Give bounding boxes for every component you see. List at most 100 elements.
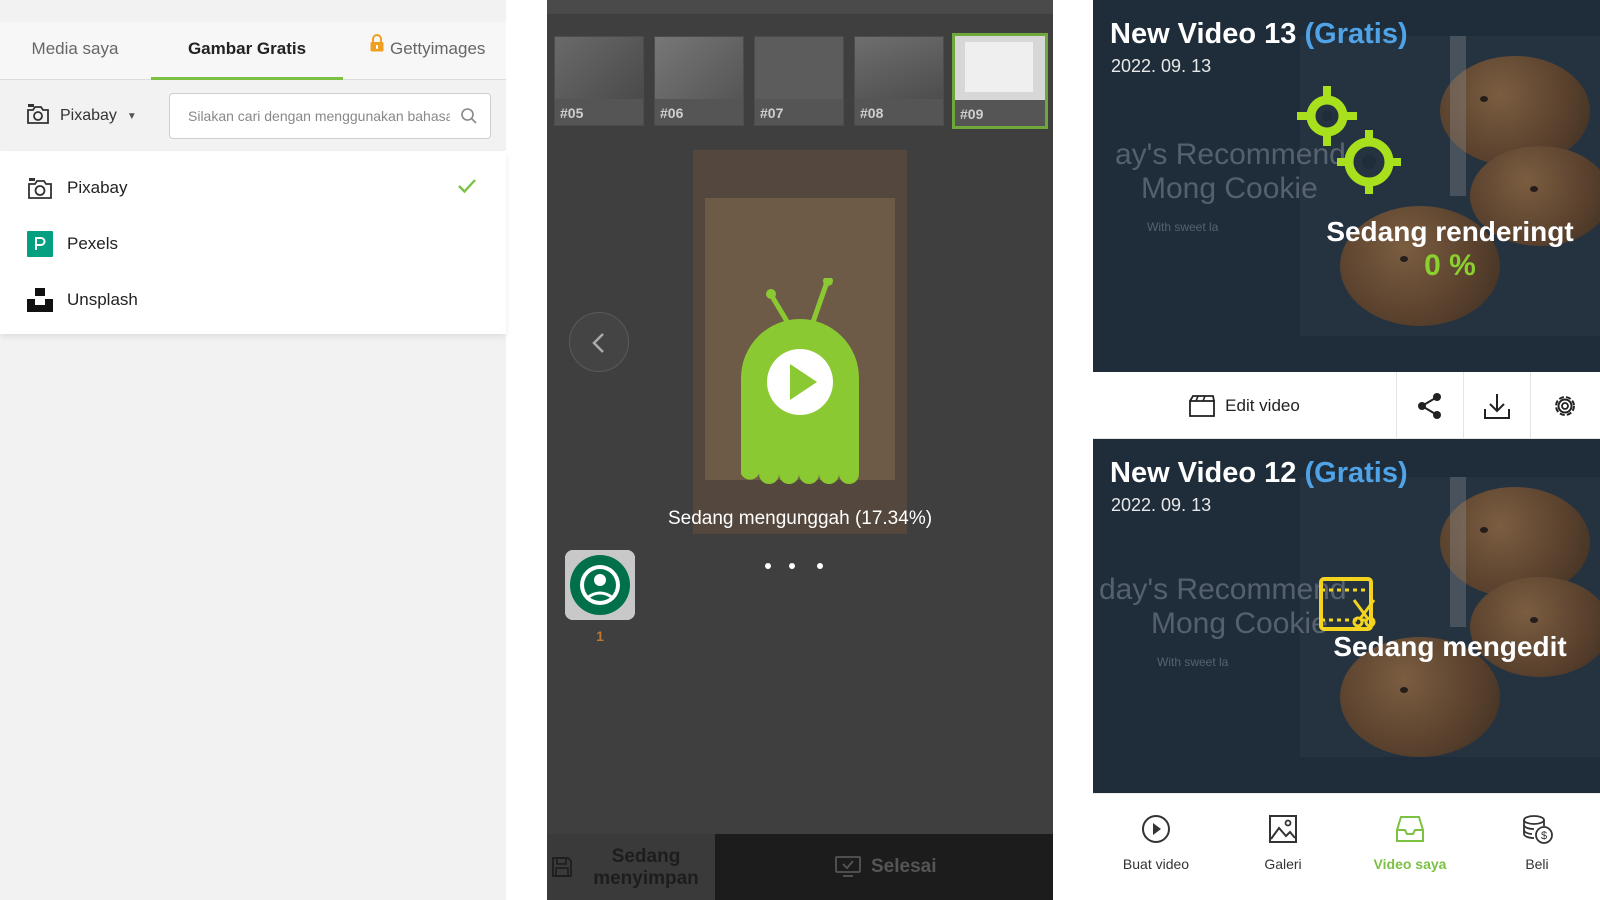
video-title-text: New Video 13 <box>1110 18 1297 50</box>
thumbnail-text: With sweet la <box>1147 220 1219 234</box>
scene-thumbnail-image <box>855 37 943 99</box>
source-select[interactable]: Pixabay ▼ <box>26 103 137 129</box>
nav-video-saya[interactable]: Video saya <box>1347 794 1473 894</box>
video-title-text: New Video 12 <box>1110 457 1297 489</box>
scene-thumbnail[interactable]: #08 <box>854 36 944 126</box>
download-icon <box>1484 393 1510 419</box>
share-button[interactable] <box>1397 372 1464 439</box>
my-videos-panel: ay's Recommend Mong Cookie With sweet la… <box>1093 0 1600 900</box>
source-option-label: Pexels <box>67 234 119 253</box>
thumbnail-text: day's Recommend <box>1099 573 1347 606</box>
edit-status: Sedang mengedit <box>1333 631 1567 662</box>
nav-label: Beli <box>1525 856 1549 872</box>
scene-number: #06 <box>660 105 684 121</box>
edit-video-label: Edit video <box>1225 395 1300 415</box>
video-title: New Video 13 (Gratis) <box>1110 18 1408 51</box>
source-option-label: Pixabay <box>67 178 128 197</box>
scene-thumbnail[interactable]: #06 <box>654 36 744 126</box>
nav-label: Video saya <box>1373 856 1447 872</box>
upload-status: Sedang mengunggah (17.34%) <box>667 508 933 529</box>
source-option-pexels[interactable]: Pexels <box>0 216 506 272</box>
scene-number: #09 <box>960 106 984 122</box>
tab-bar: Media saya Gambar Gratis Gettyimages <box>0 22 506 80</box>
checkmark-icon <box>458 178 476 199</box>
camera-icon <box>27 175 53 201</box>
source-option-pixabay[interactable]: Pixabay <box>0 160 506 216</box>
scene-thumbnail-image <box>755 37 843 99</box>
done-button-label: Selesai <box>871 856 937 877</box>
inbox-icon <box>1395 814 1425 849</box>
scene-number: #07 <box>760 105 784 121</box>
loading-dots <box>765 563 835 569</box>
source-search-bar: Pixabay ▼ <box>0 81 506 151</box>
scene-number: #08 <box>860 105 884 121</box>
unsplash-logo-icon <box>27 287 53 313</box>
play-circle-icon <box>1141 814 1171 849</box>
scene-thumbnail-image <box>655 37 743 99</box>
image-source-panel: Media saya Gambar Gratis Gettyimages Pix… <box>0 0 506 900</box>
video-card[interactable]: ay's Recommend Mong Cookie With sweet la… <box>1093 0 1600 372</box>
camera-icon <box>26 103 50 130</box>
previous-button[interactable] <box>569 312 629 372</box>
floppy-disk-icon <box>551 856 573 883</box>
scene-thumbnail-image <box>955 36 1045 100</box>
video-card[interactable]: day's Recommend Mong Cookie With sweet l… <box>1093 439 1600 793</box>
gears-icon <box>1297 86 1407 207</box>
svg-text:$: $ <box>1541 830 1547 842</box>
media-count: 1 <box>596 628 604 644</box>
render-status: Sedang renderingt <box>1326 216 1574 247</box>
download-button[interactable] <box>1464 372 1531 439</box>
top-strip <box>0 0 506 22</box>
edit-video-button[interactable]: Edit video <box>1093 372 1397 439</box>
gear-icon <box>1554 395 1575 416</box>
monitor-check-icon <box>835 856 861 883</box>
settings-button[interactable] <box>1531 372 1598 439</box>
uploading-mascot-icon <box>733 276 867 495</box>
tab-media-saya[interactable]: Media saya <box>10 22 140 80</box>
tab-gambar-gratis[interactable]: Gambar Gratis <box>151 22 343 80</box>
save-button-label: Sedang menyimpan <box>593 846 699 889</box>
top-strip <box>547 0 1053 14</box>
source-select-label: Pixabay <box>60 107 117 124</box>
media-thumbnail[interactable] <box>565 550 635 620</box>
bottom-navigation: Buat video Galeri Video saya $ Beli <box>1093 793 1600 900</box>
editor-panel: #05 #06 #07 #08 #09 Sedang mengunggah (1… <box>547 0 1053 900</box>
scene-thumbnail[interactable]: #05 <box>554 36 644 126</box>
scene-thumbnail[interactable]: #07 <box>754 36 844 126</box>
nav-buat-video[interactable]: Buat video <box>1093 794 1219 894</box>
tab-gettyimages[interactable]: Gettyimages <box>370 22 506 80</box>
starbucks-logo-icon <box>565 550 635 620</box>
search-input[interactable] <box>188 105 450 127</box>
scene-thumbnail-selected[interactable]: #09 <box>952 33 1048 129</box>
source-option-label: Unsplash <box>67 290 138 309</box>
video-date: 2022. 09. 13 <box>1111 56 1212 76</box>
free-tag: (Gratis) <box>1304 18 1408 50</box>
source-option-unsplash[interactable]: Unsplash <box>0 272 506 328</box>
source-dropdown: Pixabay Pexels Unsplash <box>0 151 506 334</box>
save-button[interactable]: Sedang menyimpan <box>547 834 715 900</box>
nav-label: Galeri <box>1264 856 1302 872</box>
free-tag: (Gratis) <box>1304 457 1408 489</box>
share-icon <box>1418 392 1441 419</box>
search-icon[interactable] <box>460 107 478 130</box>
coins-icon: $ <box>1522 814 1554 851</box>
render-percent: 0 % <box>1424 249 1476 282</box>
done-button[interactable]: Selesai <box>715 834 1053 900</box>
lock-icon <box>370 20 384 74</box>
nav-label: Buat video <box>1122 856 1190 872</box>
scene-number: #05 <box>560 105 584 121</box>
nav-beli[interactable]: $ Beli <box>1474 794 1600 894</box>
video-edit-icon <box>1318 576 1382 639</box>
chevron-left-icon <box>592 333 604 353</box>
video-title: New Video 12 (Gratis) <box>1110 457 1408 490</box>
search-field <box>169 93 491 139</box>
editor-bottom-bar: Sedang menyimpan Selesai <box>547 834 1053 900</box>
scene-thumbnail-image <box>555 37 643 99</box>
caret-down-icon: ▼ <box>126 110 137 122</box>
pexels-logo-icon <box>27 231 53 257</box>
video-date: 2022. 09. 13 <box>1111 495 1212 515</box>
thumbnail-text: Mong Cookie <box>1141 172 1318 205</box>
thumbnail-text: With sweet la <box>1157 655 1229 669</box>
clapperboard-icon <box>1189 394 1216 417</box>
nav-galeri[interactable]: Galeri <box>1220 794 1346 894</box>
